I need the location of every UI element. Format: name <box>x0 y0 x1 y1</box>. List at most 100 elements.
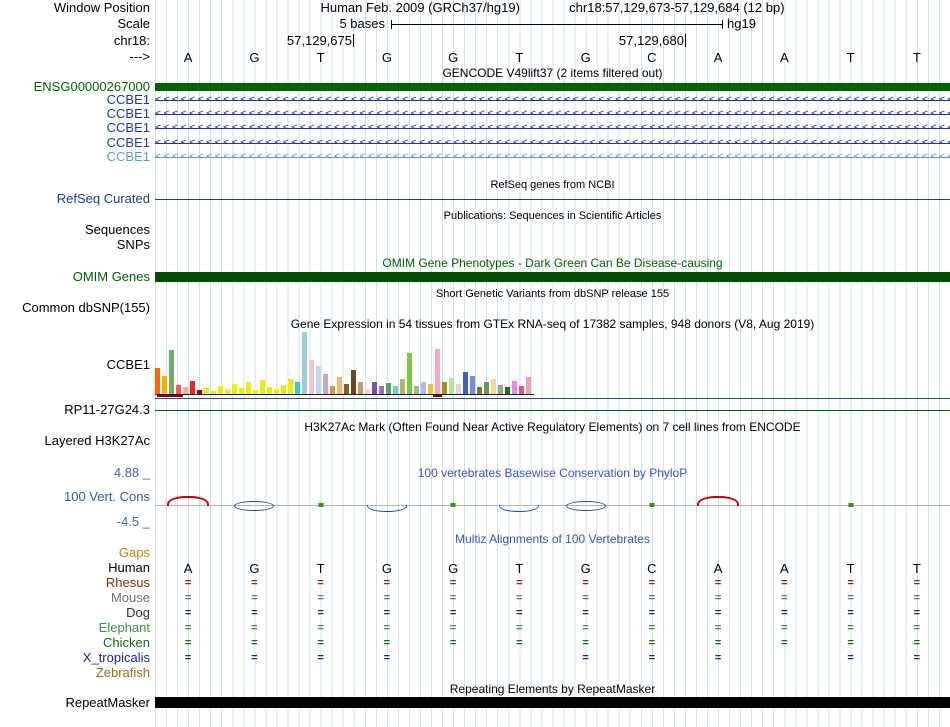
multiz-species-label-mouse[interactable]: Mouse <box>0 591 150 605</box>
gtex-expression-bar[interactable] <box>162 376 167 394</box>
gtex-expression-bar[interactable] <box>519 386 524 394</box>
gtex-expression-bar[interactable] <box>232 384 237 394</box>
gtex-expression-bar[interactable] <box>498 385 503 394</box>
omim-gene-bar[interactable] <box>155 272 950 282</box>
gtex-expression-bar[interactable] <box>456 384 461 394</box>
gtex-expression-bar[interactable] <box>379 386 384 394</box>
rp11-gene-line[interactable] <box>155 410 950 411</box>
gtex-bar-chart[interactable] <box>155 330 534 395</box>
gtex-track-title[interactable]: Gene Expression in 54 tissues from GTEx … <box>155 317 950 331</box>
layered-h3k27ac-label[interactable]: Layered H3K27Ac <box>0 434 150 448</box>
gtex-expression-bar[interactable] <box>295 382 300 394</box>
gencode-transcript-arrows[interactable]: <<<<<<<<<<<<<<<<<<<<<<<<<<<<<<<<<<<<<<<<… <box>155 121 950 135</box>
gtex-expression-bar[interactable] <box>323 374 328 394</box>
gtex-expression-bar[interactable] <box>337 377 342 394</box>
gtex-expression-bar[interactable] <box>491 379 496 394</box>
omim-track-title[interactable]: OMIM Gene Phenotypes - Dark Green Can Be… <box>155 256 950 270</box>
refseq-gene-line[interactable] <box>155 199 950 200</box>
h3k27ac-track-title[interactable]: H3K27Ac Mark (Often Found Near Active Re… <box>155 420 950 434</box>
snps-label[interactable]: SNPs <box>0 238 150 252</box>
gtex-chart[interactable] <box>155 330 950 395</box>
gtex-expression-bar[interactable] <box>407 353 412 394</box>
gtex-expression-bar[interactable] <box>183 387 188 394</box>
gtex-expression-bar[interactable] <box>414 386 419 394</box>
repeatmasker-label[interactable]: RepeatMasker <box>0 696 150 710</box>
gtex-expression-bar[interactable] <box>169 350 174 394</box>
gtex-expression-bar[interactable] <box>330 386 335 394</box>
multiz-species-label-dog[interactable]: Dog <box>0 606 150 620</box>
gtex-expression-bar[interactable] <box>484 382 489 394</box>
gtex-expression-bar[interactable] <box>470 376 475 394</box>
multiz-species-label-gaps[interactable]: Gaps <box>0 546 150 560</box>
publications-track-title[interactable]: Publications: Sequences in Scientific Ar… <box>155 209 950 223</box>
gtex-expression-bar[interactable] <box>526 377 531 394</box>
gtex-expression-bar[interactable] <box>316 366 321 394</box>
gtex-expression-bar[interactable] <box>344 384 349 394</box>
conservation-wiggle[interactable] <box>155 496 950 514</box>
multiz-species-label-x_tropicalis[interactable]: X_tropicalis <box>0 651 150 665</box>
gtex-expression-bar[interactable] <box>302 332 307 394</box>
multiz-species-label-elephant[interactable]: Elephant <box>0 621 150 635</box>
gtex-expression-bar[interactable] <box>400 379 405 394</box>
gtex-expression-bar[interactable] <box>281 385 286 394</box>
gtex-expression-bar[interactable] <box>239 388 244 394</box>
gtex-expression-bar[interactable] <box>463 372 468 394</box>
gtex-expression-bar[interactable] <box>449 378 454 394</box>
gtex-expression-bar[interactable] <box>309 360 314 394</box>
multiz-species-label-zebrafish[interactable]: Zebrafish <box>0 666 150 680</box>
common-dbsnp-label[interactable]: Common dbSNP(155) <box>0 301 150 315</box>
gtex-expression-bar[interactable] <box>267 387 272 394</box>
repeatmasker-track-title[interactable]: Repeating Elements by RepeatMasker <box>155 682 950 696</box>
sequences-label[interactable]: Sequences <box>0 223 150 237</box>
conservation-track-label[interactable]: 100 Vert. Cons <box>0 490 150 504</box>
gencode-transcript-label[interactable]: CCBE1 <box>0 136 150 150</box>
gencode-transcript-label[interactable]: CCBE1 <box>0 150 150 164</box>
gtex-expression-bar[interactable] <box>442 382 447 394</box>
gtex-expression-bar[interactable] <box>393 386 398 394</box>
gtex-expression-bar[interactable] <box>176 385 181 394</box>
omim-genes-label[interactable]: OMIM Genes <box>0 270 150 284</box>
gtex-expression-bar[interactable] <box>204 388 209 394</box>
gtex-expression-bar[interactable] <box>365 389 370 394</box>
repeatmasker-bar[interactable] <box>155 697 950 708</box>
gencode-transcript-arrows[interactable]: <<<<<<<<<<<<<<<<<<<<<<<<<<<<<<<<<<<<<<<<… <box>155 107 950 121</box>
gtex-expression-bar[interactable] <box>225 389 230 394</box>
gtex-expression-bar[interactable] <box>246 382 251 394</box>
gtex-expression-bar[interactable] <box>351 370 356 394</box>
multiz-species-label-rhesus[interactable]: Rhesus <box>0 576 150 590</box>
gtex-gene-label[interactable]: CCBE1 <box>0 358 150 372</box>
gtex-expression-bar[interactable] <box>218 386 223 394</box>
gtex-expression-bar[interactable] <box>155 368 160 394</box>
multiz-species-label-chicken[interactable]: Chicken <box>0 636 150 650</box>
gencode-track-title[interactable]: GENCODE V49lift37 (2 items filtered out) <box>155 66 950 80</box>
gtex-expression-bar[interactable] <box>288 379 293 394</box>
gencode-transcript-arrows[interactable]: <<<<<<<<<<<<<<<<<<<<<<<<<<<<<<<<<<<<<<<<… <box>155 93 950 107</box>
multiz-species-label-human[interactable]: Human <box>0 561 150 575</box>
gtex-expression-bar[interactable] <box>253 390 258 394</box>
multiz-track-title[interactable]: Multiz Alignments of 100 Vertebrates <box>155 532 950 546</box>
conservation-track-title[interactable]: 100 vertebrates Basewise Conservation by… <box>155 466 950 480</box>
gtex-expression-bar[interactable] <box>386 383 391 394</box>
gtex-expression-bar[interactable] <box>421 382 426 394</box>
gtex-expression-bar[interactable] <box>512 381 517 394</box>
refseq-track-title[interactable]: RefSeq genes from NCBI <box>155 178 950 192</box>
gtex-expression-bar[interactable] <box>197 390 202 394</box>
rp11-gene-label[interactable]: RP11-27G24.3 <box>0 403 150 417</box>
gtex-expression-bar[interactable] <box>211 391 216 394</box>
gtex-expression-bar[interactable] <box>358 382 363 394</box>
gtex-expression-bar[interactable] <box>505 387 510 394</box>
gtex-expression-bar[interactable] <box>190 381 195 394</box>
gencode-transcript-label[interactable]: CCBE1 <box>0 93 150 107</box>
dbsnp-track-title[interactable]: Short Genetic Variants from dbSNP releas… <box>155 287 950 301</box>
gtex-expression-bar[interactable] <box>477 387 482 394</box>
gencode-gene-bar[interactable] <box>155 83 950 91</box>
gencode-transcript-label[interactable]: CCBE1 <box>0 121 150 135</box>
gtex-expression-bar[interactable] <box>274 389 279 394</box>
gencode-transcript-label[interactable]: CCBE1 <box>0 107 150 121</box>
gencode-transcript-arrows[interactable]: <<<<<<<<<<<<<<<<<<<<<<<<<<<<<<<<<<<<<<<<… <box>155 136 950 150</box>
gtex-expression-bar[interactable] <box>435 349 440 394</box>
refseq-curated-label[interactable]: RefSeq Curated <box>0 192 150 206</box>
gencode-transcript-arrows[interactable]: <<<<<<<<<<<<<<<<<<<<<<<<<<<<<<<<<<<<<<<<… <box>155 150 950 164</box>
gtex-expression-bar[interactable] <box>260 380 265 394</box>
gtex-expression-bar[interactable] <box>428 384 433 394</box>
